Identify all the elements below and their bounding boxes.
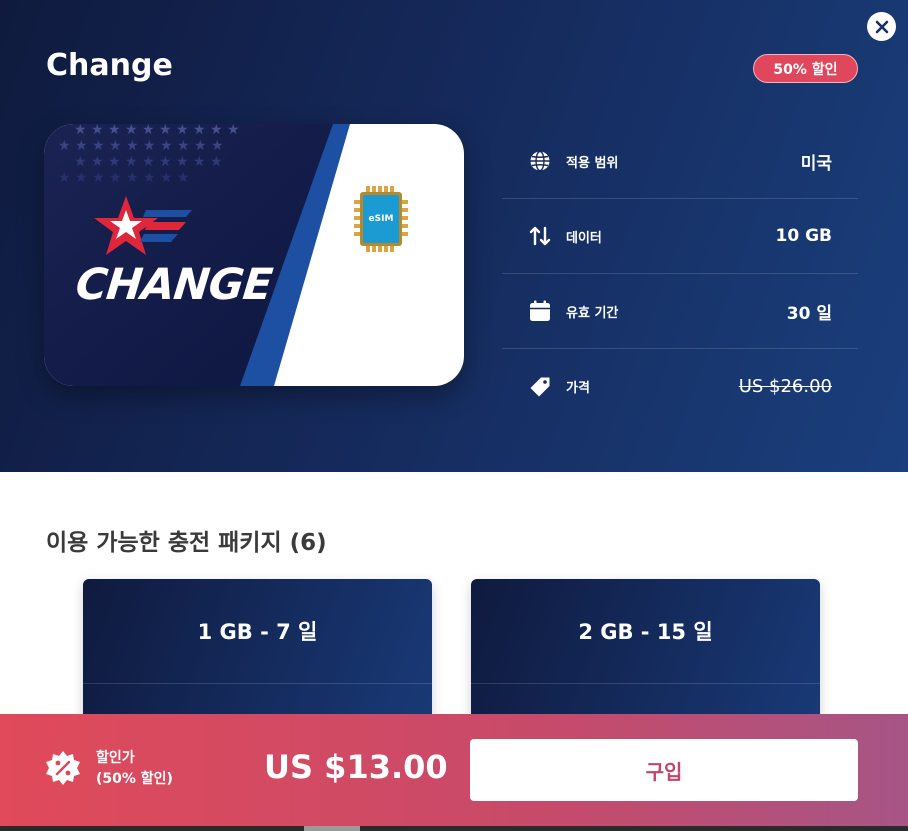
discount-badge: 50% 할인	[753, 54, 858, 83]
discounted-price: US $13.00	[264, 748, 448, 786]
close-button[interactable]	[867, 12, 896, 41]
detail-value: 미국	[800, 153, 832, 174]
price-tag-icon	[528, 375, 552, 399]
discount-price-label-line1: 할인가	[96, 750, 135, 766]
package-label: 2 GB - 15 일	[471, 579, 820, 684]
brand-wordmark: CHANGE	[73, 260, 275, 310]
esim-card-image: ★ ★ ★ ★ ★ ★ ★ ★ ★ ★ ★ ★ ★ ★ ★ ★ ★ ★ ★ ★ …	[44, 124, 464, 386]
detail-row-validity: 유효 기간 30 일	[502, 274, 858, 349]
svg-text:★ ★ ★ ★ ★ ★ ★ ★ ★ ★: ★ ★ ★ ★ ★ ★ ★ ★ ★ ★	[58, 138, 224, 154]
detail-label: 적용 범위	[566, 155, 619, 171]
topup-packages-title: 이용 가능한 충전 패키지 (6)	[46, 530, 327, 556]
discount-percent-icon	[45, 750, 81, 786]
discount-price-label-line2: (50% 할인)	[96, 771, 173, 787]
plan-title: Change	[46, 48, 173, 83]
scrollbar-thumb[interactable]	[304, 826, 360, 831]
detail-label: 유효 기간	[566, 305, 619, 321]
svg-text:★ ★ ★ ★ ★ ★ ★ ★ ★: ★ ★ ★ ★ ★ ★ ★ ★ ★	[74, 154, 223, 170]
detail-label: 데이터	[566, 230, 602, 246]
svg-text:★ ★ ★ ★ ★ ★ ★ ★ ★ ★: ★ ★ ★ ★ ★ ★ ★ ★ ★ ★	[74, 124, 240, 138]
detail-row-coverage: 적용 범위 미국	[502, 124, 858, 199]
svg-text:★ ★ ★ ★ ★ ★ ★ ★: ★ ★ ★ ★ ★ ★ ★ ★	[58, 170, 190, 186]
buy-button[interactable]: 구입	[470, 739, 858, 801]
calendar-icon	[528, 299, 552, 323]
globe-icon	[528, 149, 552, 173]
original-price: US $26.00	[738, 376, 832, 397]
detail-row-price: 가격 US $26.00	[502, 349, 858, 424]
window-bottom-edge	[0, 826, 908, 831]
purchase-bar: 할인가 (50% 할인) US $13.00 구입	[0, 714, 908, 826]
detail-row-data: 데이터 10 GB	[502, 199, 858, 274]
plan-header: Change 50% 할인 ★ ★ ★ ★ ★ ★ ★ ★ ★ ★ ★ ★ ★ …	[0, 0, 908, 472]
detail-value: 30 일	[786, 303, 832, 324]
chip-label: eSIM	[368, 214, 394, 224]
data-arrows-icon	[528, 224, 552, 248]
package-label: 1 GB - 7 일	[83, 579, 432, 684]
close-icon	[875, 20, 888, 33]
detail-value: 10 GB	[775, 226, 833, 246]
plan-details-list: 적용 범위 미국 데이터 10 GB 유효 기간 30 일 가격 US $26.…	[502, 124, 858, 424]
detail-label: 가격	[566, 381, 590, 396]
discount-price-label: 할인가 (50% 할인)	[96, 748, 173, 790]
